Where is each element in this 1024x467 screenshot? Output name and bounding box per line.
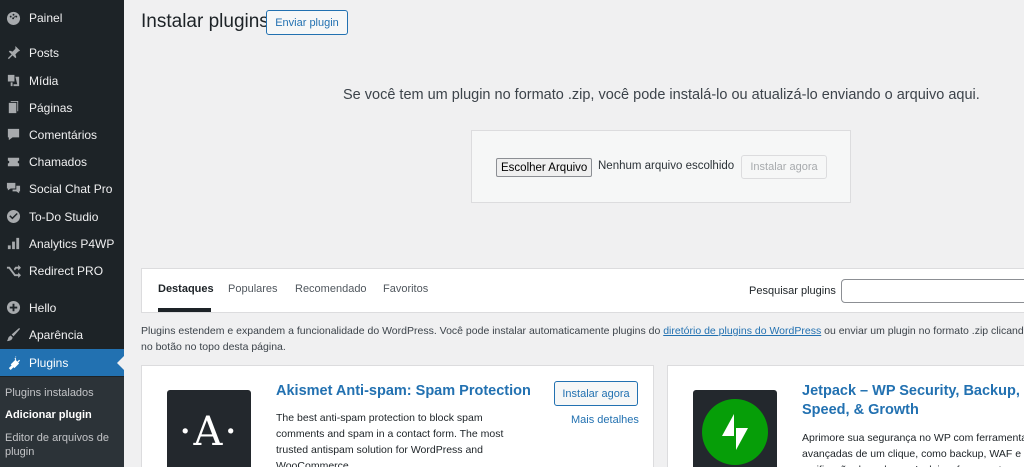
upload-help-text: Se você tem um plugin no formato .zip, v… (343, 87, 980, 103)
sidebar-item-social-chat-pro[interactable]: Social Chat Pro (0, 175, 124, 202)
sidebar-item-label: Posts (29, 45, 60, 60)
sidebar-item-hello[interactable]: Hello (0, 294, 124, 321)
comment-icon (5, 127, 21, 143)
intro-text: Plugins estendem e expandem a funcionali… (141, 323, 1024, 355)
sidebar-item-label: To-Do Studio (29, 209, 99, 224)
sidebar-item-comentarios[interactable]: Comentários (0, 121, 124, 148)
jetpack-logo-icon[interactable] (693, 390, 777, 467)
submenu-item-plugins-instalados[interactable]: Plugins instalados (5, 386, 121, 400)
sidebar-item-label: Painel (29, 10, 63, 25)
upload-plugin-button[interactable]: Enviar plugin (266, 10, 348, 35)
plugin-card: Jetpack – WP Security, Backup, Speed, & … (667, 365, 1024, 467)
current-tab-indicator (158, 308, 211, 312)
sidebar-item-label: Analytics P4WP (29, 236, 115, 251)
sidebar-item-label: Plugins (29, 355, 69, 370)
submenu-item-adicionar-plugin[interactable]: Adicionar plugin (5, 408, 121, 422)
sidebar-item-analytics-p4wp[interactable]: Analytics P4WP (0, 230, 124, 257)
plugin-card: ·A· Akismet Anti-spam: Spam Protection T… (141, 365, 654, 467)
sidebar-item-plugins[interactable]: Plugins (0, 349, 124, 376)
sidebar-item-to-do-studio[interactable]: To-Do Studio (0, 203, 124, 230)
tab-destaques[interactable]: Destaques (158, 283, 214, 295)
dashboard-icon (5, 10, 21, 26)
file-status-text: Nenhum arquivo escolhido (598, 160, 735, 172)
page-title: Instalar plugins (141, 11, 269, 32)
admin-sidebar: Painel Posts Mídia Páginas Comentários C… (0, 0, 124, 467)
tab-recomendado[interactable]: Recomendado (295, 283, 367, 295)
install-plugin-button[interactable]: Instalar agora (554, 381, 638, 406)
check-icon (5, 209, 21, 225)
plugin-name[interactable]: Jetpack – WP Security, Backup, Speed, & … (802, 382, 1024, 420)
sidebar-item-paginas[interactable]: Páginas (0, 94, 124, 121)
plugin-directory-link[interactable]: diretório de plugins do WordPress (663, 325, 821, 337)
sidebar-item-label: Redirect PRO (29, 263, 104, 278)
sidebar-item-label: Social Chat Pro (29, 181, 113, 196)
sidebar-item-midia[interactable]: Mídia (0, 67, 124, 94)
tab-favoritos[interactable]: Favoritos (383, 283, 428, 295)
pin-icon (5, 45, 21, 61)
choose-file-button[interactable]: Escolher Arquivo (496, 158, 593, 177)
submenu-item-editor-de-arquivos[interactable]: Editor de arquivos de plugin (5, 431, 121, 459)
shuffle-icon (5, 263, 21, 279)
sidebar-item-label: Comentários (29, 127, 98, 142)
brush-icon (5, 327, 21, 343)
akismet-logo-icon[interactable]: ·A· (167, 390, 251, 467)
intro-text-before: Plugins estendem e expandem a funcionali… (141, 325, 664, 337)
tab-populares[interactable]: Populares (228, 283, 278, 295)
plus-circle-icon (5, 300, 21, 316)
upload-form: Escolher Arquivo Nenhum arquivo escolhid… (471, 130, 851, 203)
search-label: Pesquisar plugins (749, 285, 836, 297)
plugin-description: The best anti-spam protection to block s… (276, 412, 504, 467)
plugins-submenu: Plugins instalados Adicionar plugin Edit… (0, 377, 124, 467)
sidebar-item-label: Hello (29, 300, 57, 315)
sidebar-item-label: Mídia (29, 73, 59, 88)
plugin-icon (5, 355, 21, 371)
ticket-icon (5, 154, 21, 170)
search-plugins-input[interactable] (841, 279, 1024, 303)
sidebar-item-redirect-pro[interactable]: Redirect PRO (0, 257, 124, 284)
sidebar-item-label: Páginas (29, 100, 73, 115)
sidebar-item-chamados[interactable]: Chamados (0, 148, 124, 175)
install-now-button[interactable]: Instalar agora (741, 155, 827, 179)
sidebar-item-painel[interactable]: Painel (0, 4, 124, 31)
plugin-filter-bar: Destaques Populares Recomendado Favorito… (141, 268, 1024, 313)
plugin-description: Aprimore sua segurança no WP com ferrame… (802, 432, 1024, 467)
sidebar-item-posts[interactable]: Posts (0, 39, 124, 66)
sidebar-item-aparencia[interactable]: Aparência (0, 321, 124, 348)
chart-icon (5, 236, 21, 252)
more-details-link[interactable]: Mais detalhes (571, 414, 639, 426)
sidebar-item-label: Chamados (29, 154, 88, 169)
chat-icon (5, 181, 21, 197)
plugin-name[interactable]: Akismet Anti-spam: Spam Protection (276, 382, 531, 401)
media-icon (5, 73, 21, 89)
page-icon (5, 100, 21, 116)
sidebar-item-label: Aparência (29, 327, 84, 342)
